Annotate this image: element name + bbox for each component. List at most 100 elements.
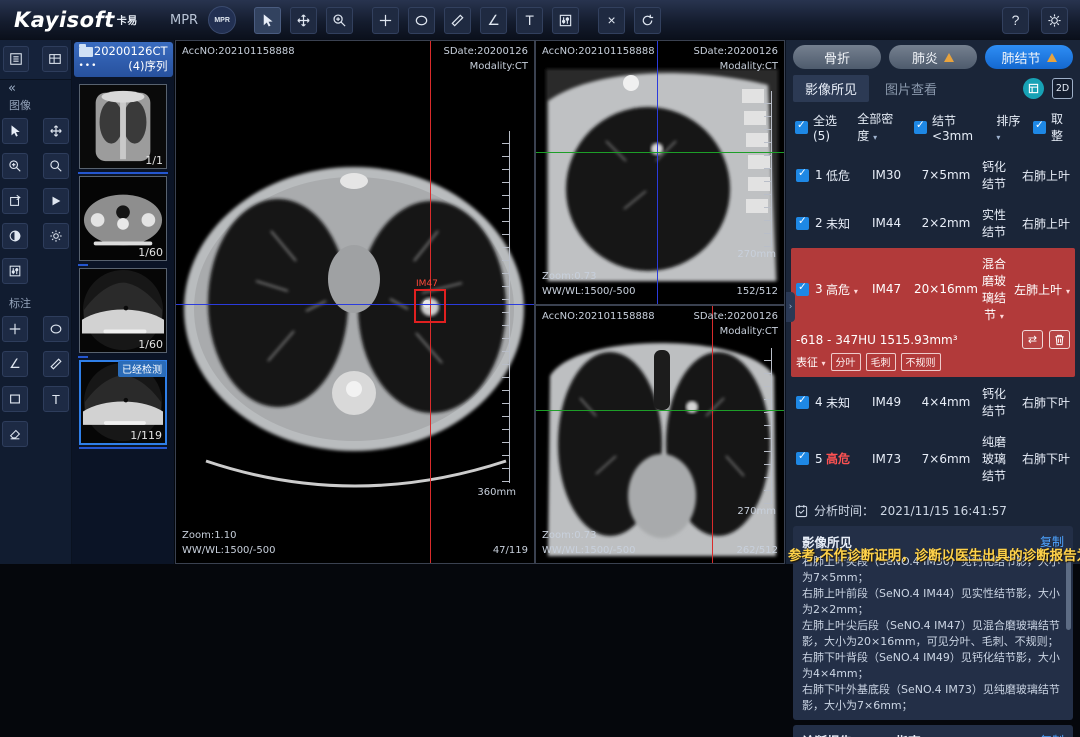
small-nodule-checkbox[interactable] [914, 121, 927, 134]
nodule-checkbox[interactable] [796, 452, 809, 465]
density-dropdown[interactable]: 全部密度 ▾ [857, 110, 904, 144]
sagittal-slice-number: 152/512 [736, 284, 778, 299]
crosshair-icon [8, 322, 22, 336]
nodule-row-3-selected[interactable]: 3 高危 ▾ IM47 20×16mm 混合磨玻璃结节 ▾ 左肺上叶 ▾ -61… [791, 248, 1075, 377]
subtab-image-view[interactable]: 图片查看 [885, 75, 937, 102]
sagittal-crosshair-horizontal [536, 152, 784, 153]
round-checkbox[interactable] [1033, 121, 1046, 134]
risk-level-dropdown[interactable]: 高危 ▾ [826, 281, 872, 298]
folder-icon [79, 47, 93, 57]
pan-icon [296, 13, 311, 28]
nodule-type-dropdown[interactable]: 混合磨玻璃结节 ▾ [978, 255, 1010, 323]
axial-scale-label: 360mm [477, 487, 516, 498]
cursor-icon [260, 13, 275, 28]
series-indicator [78, 264, 88, 266]
measure-annotation-button[interactable] [43, 351, 69, 377]
copy-report-button[interactable]: 复制 [1040, 732, 1064, 737]
sagittal-scale-label: 270mm [737, 249, 776, 260]
brightness-button[interactable] [43, 223, 69, 249]
nodule-checkbox[interactable] [796, 396, 809, 409]
2d-view-button[interactable]: 2D [1052, 78, 1073, 99]
nodule-row-1[interactable]: 1 低危 IM30 7×5mm 钙化结节 右肺上叶 [793, 151, 1073, 199]
thumbnail-scout[interactable]: 1/1 [79, 84, 167, 169]
rectangle-annotation-button[interactable] [2, 386, 28, 412]
nodule-row-2[interactable]: 2 未知 IM44 2×2mm 实性结节 右肺上叶 [793, 199, 1073, 247]
thumbnail-series-3[interactable]: 1/60 [79, 268, 167, 353]
magnify-tool-button[interactable] [43, 153, 69, 179]
invert-contrast-button[interactable] [2, 223, 28, 249]
tab-lung-nodule[interactable]: 肺结节 [985, 45, 1073, 69]
text-tool-button[interactable]: T [516, 7, 543, 34]
logo-suffix: 卡易 [117, 16, 138, 27]
rotate-icon [8, 194, 22, 208]
pan-tool-button[interactable] [43, 118, 69, 144]
text-annotation-button[interactable]: T [43, 386, 69, 412]
findings-text: 右肺上叶尖段（SeNO.4 IM30）见钙化结节影，大小为7×5mm； 右肺上叶… [802, 554, 1064, 714]
ruler-icon [450, 13, 465, 28]
nodule-roi-box[interactable] [414, 289, 446, 323]
delete-annotation-button[interactable]: × [598, 7, 625, 34]
nodule-checkbox[interactable] [796, 217, 809, 230]
report-preview-button[interactable] [1023, 78, 1044, 99]
zoom-tool-button[interactable] [326, 7, 353, 34]
nodule-checkbox[interactable] [796, 283, 809, 296]
thumbnail-series-2[interactable]: 1/60 [79, 176, 167, 261]
cursor-icon [8, 124, 22, 138]
play-cine-button[interactable] [43, 188, 69, 214]
chevron-down-icon: ▾ [854, 287, 858, 296]
pan-icon [49, 124, 63, 138]
measure-tool-button[interactable] [444, 7, 471, 34]
mpr-button[interactable]: MPR [208, 6, 236, 34]
settings-button[interactable] [1041, 7, 1068, 34]
reset-button[interactable] [634, 7, 661, 34]
feature-dropdown[interactable]: 表征 ▾ [796, 354, 826, 370]
sort-dropdown[interactable]: 排序 ▾ [996, 112, 1023, 143]
rotate-image-button[interactable] [2, 188, 28, 214]
thumbnail-series-4-selected[interactable]: 已经检测 1/119 [79, 360, 167, 445]
eraser-icon [8, 427, 22, 441]
angle-annotation-button[interactable]: ∠ [2, 351, 28, 377]
sagittal-viewport[interactable]: 270mm AccNO:202101158888 SDate:20200126M… [535, 40, 785, 305]
layout-icon [48, 52, 62, 66]
help-button[interactable]: ? [1002, 7, 1029, 34]
series-list-button[interactable] [3, 46, 29, 72]
localizer-tool-button[interactable] [372, 7, 399, 34]
window-level-button[interactable] [2, 258, 28, 284]
pan-tool-button[interactable] [290, 7, 317, 34]
select-all-checkbox[interactable] [795, 121, 808, 134]
image-number: IM44 [872, 216, 914, 230]
ruler-icon [49, 357, 63, 371]
delete-nodule-button[interactable] [1049, 330, 1070, 349]
nodule-checkbox[interactable] [796, 169, 809, 182]
eraser-button[interactable] [2, 421, 28, 447]
compare-button[interactable]: ⇄ [1022, 330, 1043, 349]
panel-collapse-handle[interactable]: › [786, 292, 795, 322]
app-logo: Kayisoft卡易 [0, 8, 168, 32]
tab-pneumonia[interactable]: 肺炎 [889, 45, 977, 69]
tab-fracture[interactable]: 骨折 [793, 45, 881, 69]
collapse-sidebar-button[interactable]: « [0, 80, 71, 96]
angle-tool-button[interactable]: ∠ [480, 7, 507, 34]
cursor-tool-button[interactable] [254, 7, 281, 34]
cursor-tool-button[interactable] [2, 118, 28, 144]
findings-scrollbar[interactable] [1066, 554, 1071, 630]
coronal-viewport[interactable]: 270mm AccNO:202101158888 SDate:20200126M… [535, 305, 785, 564]
nodule-row-4[interactable]: 4 未知 IM49 4×4mm 钙化结节 右肺下叶 [793, 378, 1073, 426]
subtab-findings[interactable]: 影像所见 [793, 75, 869, 102]
feature-tag: 不规则 [901, 353, 941, 371]
layout-button[interactable] [42, 46, 68, 72]
coronal-accession: AccNO:202101158888 [542, 309, 655, 324]
report-title-dropdown[interactable]: 诊断报告 NCCN指南 ▾ [802, 731, 929, 737]
zoom-in-tool-button[interactable] [2, 153, 28, 179]
brightness-icon [49, 229, 63, 243]
ellipse-annotation-button[interactable] [43, 316, 69, 342]
crosshair-annotation-button[interactable] [2, 316, 28, 342]
image-number: IM47 [872, 282, 914, 296]
coronal-crosshair-vertical [712, 306, 713, 563]
axial-viewport[interactable]: IM47 360mm AccNO:202101158888 SDate:2020… [175, 40, 535, 564]
ellipse-tool-button[interactable] [408, 7, 435, 34]
nodule-location-dropdown[interactable]: 左肺上叶 ▾ [1010, 281, 1070, 298]
window-level-button[interactable] [552, 7, 579, 34]
series-header[interactable]: 20200126CT •••(4)序列 [74, 42, 173, 77]
nodule-row-5[interactable]: 5 高危 IM73 7×6mm 纯磨玻璃结节 右肺下叶 [793, 426, 1073, 491]
